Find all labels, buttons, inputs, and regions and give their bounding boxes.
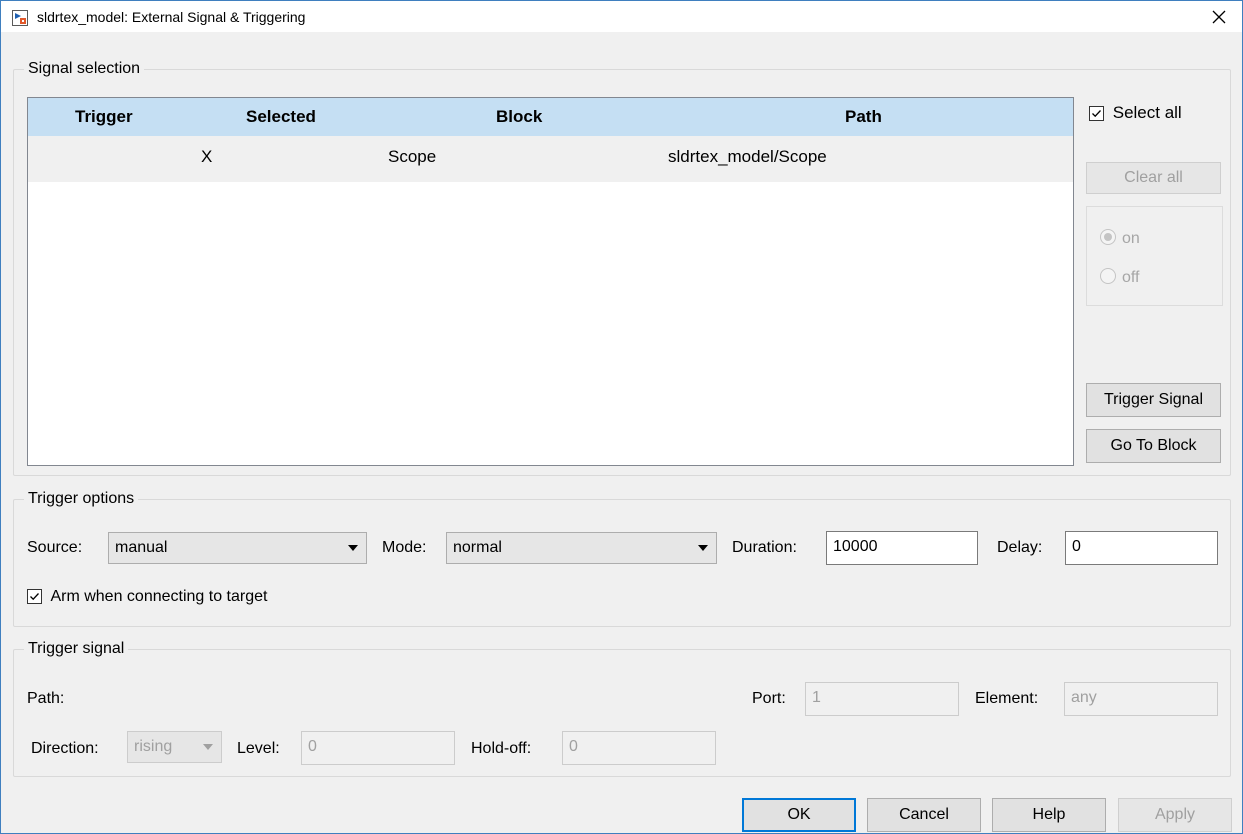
- level-field[interactable]: 0: [301, 731, 455, 765]
- duration-label: Duration:: [732, 539, 797, 556]
- column-header-trigger[interactable]: Trigger: [75, 98, 133, 136]
- path-label: Path:: [27, 690, 65, 707]
- close-icon: [1212, 10, 1226, 23]
- duration-field[interactable]: 10000: [826, 531, 978, 565]
- checkbox-checked-icon: [1089, 106, 1104, 122]
- source-dropdown[interactable]: manual: [108, 532, 367, 564]
- cell-selected: X: [201, 147, 213, 166]
- chevron-down-icon: [698, 545, 708, 551]
- radio-off-label: off: [1122, 269, 1140, 286]
- clear-all-button[interactable]: Clear all: [1086, 162, 1221, 194]
- dialog-window: sldrtex_model: External Signal & Trigger…: [0, 0, 1243, 834]
- holdoff-field[interactable]: 0: [562, 731, 716, 765]
- source-label: Source:: [27, 539, 83, 556]
- port-label: Port:: [752, 690, 786, 707]
- radio-on-label: on: [1122, 230, 1140, 247]
- apply-button[interactable]: Apply: [1118, 798, 1232, 832]
- select-all-label: Select all: [1112, 103, 1182, 122]
- direction-label: Direction:: [31, 740, 99, 757]
- column-header-path[interactable]: Path: [845, 98, 882, 136]
- radio-off[interactable]: off: [1100, 268, 1140, 287]
- level-label: Level:: [237, 740, 280, 757]
- title-bar: sldrtex_model: External Signal & Trigger…: [1, 1, 1242, 32]
- delay-field[interactable]: 0: [1065, 531, 1218, 565]
- arm-checkbox[interactable]: Arm when connecting to target: [27, 588, 267, 606]
- chevron-down-icon: [348, 545, 358, 551]
- trigger-signal-button[interactable]: Trigger Signal: [1086, 383, 1221, 417]
- window-title: sldrtex_model: External Signal & Trigger…: [37, 9, 306, 25]
- trigger-options-legend: Trigger options: [28, 490, 135, 507]
- radio-selected-icon: [1100, 229, 1116, 245]
- radio-on[interactable]: on: [1100, 229, 1140, 248]
- mode-dropdown[interactable]: normal: [446, 532, 717, 564]
- holdoff-label: Hold-off:: [471, 740, 532, 757]
- checkbox-checked-icon: [27, 589, 42, 605]
- close-button[interactable]: [1196, 1, 1242, 32]
- signal-table[interactable]: Trigger Selected Block Path X Scope sldr…: [27, 97, 1074, 466]
- trigger-radio-group: on off: [1086, 206, 1223, 306]
- element-label: Element:: [975, 690, 1039, 707]
- arm-label: Arm when connecting to target: [50, 588, 268, 605]
- ok-button[interactable]: OK: [742, 798, 856, 832]
- column-header-block[interactable]: Block: [496, 98, 542, 136]
- delay-label: Delay:: [997, 539, 1043, 556]
- simulink-model-icon: [12, 10, 28, 26]
- radio-unselected-icon: [1100, 268, 1116, 284]
- select-all-checkbox[interactable]: Select all: [1089, 103, 1182, 123]
- help-button[interactable]: Help: [992, 798, 1106, 832]
- go-to-block-button[interactable]: Go To Block: [1086, 429, 1221, 463]
- mode-label: Mode:: [382, 539, 427, 556]
- trigger-signal-legend: Trigger signal: [28, 640, 125, 657]
- chevron-down-icon: [203, 744, 213, 750]
- cell-block: Scope: [388, 147, 437, 166]
- mode-value: normal: [453, 539, 502, 556]
- cell-path: sldrtex_model/Scope: [668, 147, 827, 166]
- column-header-selected[interactable]: Selected: [246, 98, 316, 136]
- table-header: Trigger Selected Block Path: [28, 98, 1073, 136]
- source-value: manual: [115, 539, 168, 556]
- direction-dropdown[interactable]: rising: [127, 731, 222, 763]
- table-row[interactable]: X Scope sldrtex_model/Scope: [28, 136, 1073, 182]
- signal-selection-legend: Signal selection: [28, 60, 141, 77]
- direction-value: rising: [134, 738, 173, 755]
- element-field[interactable]: any: [1064, 682, 1218, 716]
- cancel-button[interactable]: Cancel: [867, 798, 981, 832]
- port-field[interactable]: 1: [805, 682, 959, 716]
